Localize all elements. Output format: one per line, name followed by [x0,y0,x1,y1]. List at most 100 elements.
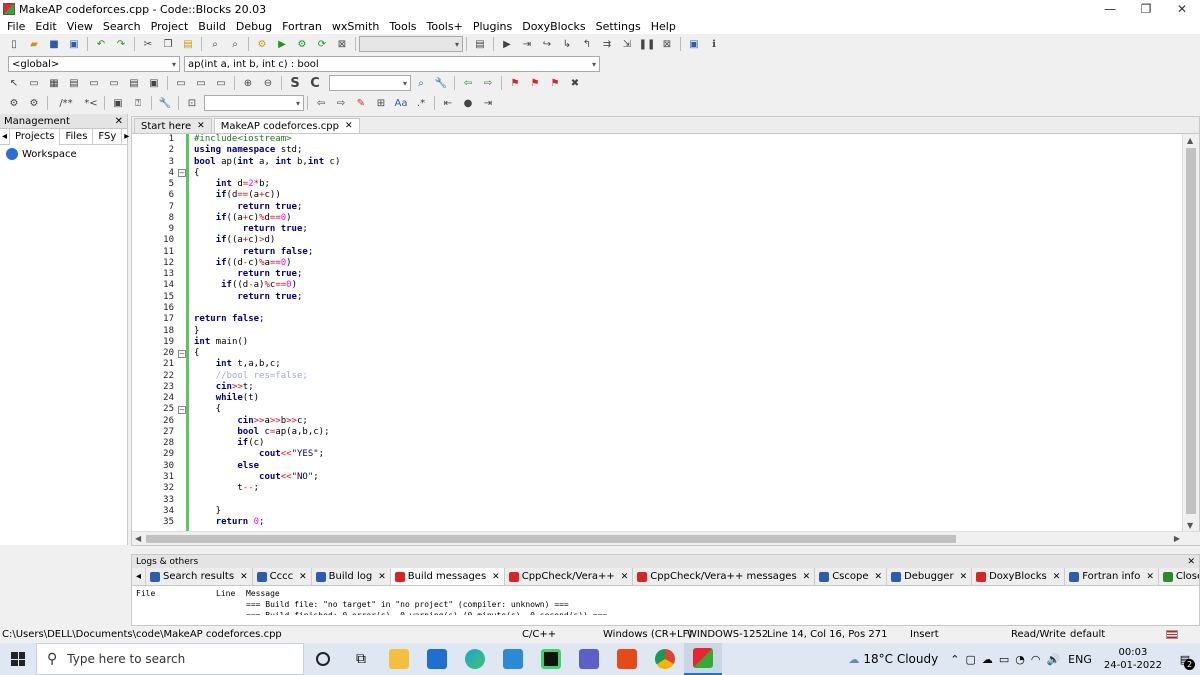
tab-projects[interactable]: Projects [10,128,61,145]
doxy-search-combo[interactable]: ▾ [204,95,304,111]
network-icon[interactable]: ◔ [1015,653,1025,666]
menu-edit[interactable]: Edit [30,20,61,33]
bookmark-next-icon[interactable]: ⚑ [547,75,563,91]
grid-icon[interactable]: ▦ [46,75,62,91]
logs-tab[interactable]: Build log ✕ [312,568,391,585]
start-button[interactable] [0,643,36,675]
logs-tab-close-icon[interactable]: ✕ [299,572,307,582]
preferences-icon[interactable]: 🔧 [157,95,173,111]
find-icon[interactable]: ⌕ [207,36,223,52]
stop-debug-icon[interactable]: ⊠ [659,36,675,52]
whole-word-icon[interactable]: Aa [393,95,409,111]
table-row[interactable]: === Build finished: 0 error(s), 0 warnin… [136,610,1195,615]
bookmark-clear-icon[interactable]: ✖ [567,75,583,91]
zoom-in-icon[interactable]: ⊕ [240,75,256,91]
volume-icon[interactable]: 🔊 [1046,653,1060,666]
logs-tab-close-icon[interactable]: ✕ [1146,572,1154,582]
mail-icon[interactable] [418,643,456,675]
show-hidden-icons-icon[interactable]: ⌃ [950,653,959,666]
taskbar-search[interactable]: ⚲ Type here to search [36,643,304,675]
code-text[interactable]: #include<iostream> using namespace std; bo… [194,134,340,528]
rebuild-icon[interactable]: ⟳ [314,36,330,52]
run-to-cursor-icon[interactable]: ⇥ [519,36,535,52]
logs-tab-close-icon[interactable]: ✕ [378,572,386,582]
next-highlight-icon[interactable]: ⇨ [333,95,349,111]
management-close-icon[interactable]: ✕ [115,116,123,127]
logs-tab-close-icon[interactable]: ✕ [1053,572,1061,582]
clock[interactable]: 00:03 24-01-2022 [1096,646,1170,672]
show-select-target-icon[interactable]: ▤ [472,36,488,52]
pointer-icon[interactable]: ↖ [6,75,22,91]
new-file-icon[interactable]: ▯ [6,36,22,52]
redo-icon[interactable]: ↷ [113,36,129,52]
logs-tab[interactable]: DoxyBlocks ✕ [972,568,1066,585]
regex-icon[interactable]: ⊡ [184,95,200,111]
notification-center-icon[interactable]: ▤ 2 [1170,653,1200,670]
logs-scroll-left-icon[interactable]: ◂ [132,568,147,585]
copy-icon[interactable]: ❐ [160,36,176,52]
file-explorer-icon[interactable] [380,643,418,675]
zoom-out-icon[interactable]: ⊖ [260,75,276,91]
next-line-icon[interactable]: ↪ [539,36,555,52]
abort-icon[interactable]: ⊠ [334,36,350,52]
bookmark-toggle-icon[interactable]: ⚑ [507,75,523,91]
prev-highlight-icon[interactable]: ⇦ [313,95,329,111]
scope-select[interactable]: <global> ▾ [8,56,180,72]
menu-doxyblocks[interactable]: DoxyBlocks [517,20,590,33]
search-go-icon[interactable]: ⌕ [413,75,429,91]
close-button[interactable]: ✕ [1164,0,1200,18]
edge-icon[interactable] [456,643,494,675]
logs-tab-close-icon[interactable]: ✕ [803,572,811,582]
undo-icon[interactable]: ↶ [93,36,109,52]
logs-tab[interactable]: Fortran info ✕ [1065,568,1159,585]
step-out-icon[interactable]: ↰ [579,36,595,52]
match-case-icon[interactable]: ⊞ [373,95,389,111]
debug-run-icon[interactable]: ▶ [499,36,515,52]
logs-tab[interactable]: Cccc ✕ [253,568,312,585]
list-icon[interactable]: ▤ [126,75,142,91]
jump-back-icon[interactable]: ⇦ [460,75,476,91]
step-into-icon[interactable]: ↳ [559,36,575,52]
jump-forward-icon[interactable]: ⇨ [480,75,496,91]
minimize-button[interactable]: — [1092,0,1128,18]
tray-app-icon[interactable]: ▢ [965,653,975,666]
pause-icon[interactable]: ❚❚ [639,36,656,52]
checkbox-icon[interactable]: ▭ [193,75,209,91]
menu-search[interactable]: Search [98,20,146,33]
fold-marker-icon[interactable]: − [178,406,186,414]
line-comment-icon[interactable]: *< [83,95,99,111]
battery-icon[interactable]: ▭ [999,653,1009,666]
logs-tab[interactable]: CppCheck/Vera++ ✕ [505,568,634,585]
paste-icon[interactable]: ▤ [180,36,196,52]
html-doc-icon[interactable]: ▣ [110,95,126,111]
tab-makeap-codeforces[interactable]: MakeAP codeforces.cpp ✕ [213,118,360,133]
tab-close-icon[interactable]: ✕ [197,121,205,131]
panel-icon[interactable]: ▭ [86,75,102,91]
bookmark-prev-icon[interactable]: ⚑ [527,75,543,91]
cortana-icon[interactable] [304,643,342,675]
menu-wxsmith[interactable]: wxSmith [327,20,385,33]
debug-windows-icon[interactable]: ▣ [686,36,702,52]
logs-tab[interactable]: CppCheck/Vera++ messages ✕ [633,568,816,585]
menu-tools-plus[interactable]: Tools+ [422,20,468,33]
tab-close-icon[interactable]: ✕ [345,121,353,131]
menu-fortran[interactable]: Fortran [277,20,327,33]
logs-tab-close-icon[interactable]: ✕ [621,572,629,582]
menu-help[interactable]: Help [646,20,681,33]
input-language[interactable]: ENG [1068,653,1092,666]
box-icon[interactable]: ▤ [66,75,82,91]
regex-search-icon[interactable]: .* [413,95,429,111]
tab-files[interactable]: Files [60,128,94,145]
save-icon[interactable]: ■ [46,36,62,52]
menu-plugins[interactable]: Plugins [468,20,517,33]
logs-tab-close-icon[interactable]: ✕ [492,572,500,582]
menu-tools[interactable]: Tools [384,20,421,33]
logs-tab[interactable]: Build messages ✕ [390,568,505,585]
tab-fsymbols[interactable]: FSy [93,128,123,145]
highlight-pen-icon[interactable]: ✎ [353,95,369,111]
fold-marker-icon[interactable]: − [178,169,186,177]
various-info-icon[interactable]: ℹ [706,36,722,52]
vscode-icon[interactable] [494,643,532,675]
horizontal-scrollbar[interactable]: ◀ ▶ [132,531,1200,545]
settings-wrench-icon[interactable]: 🔧 [433,75,449,91]
